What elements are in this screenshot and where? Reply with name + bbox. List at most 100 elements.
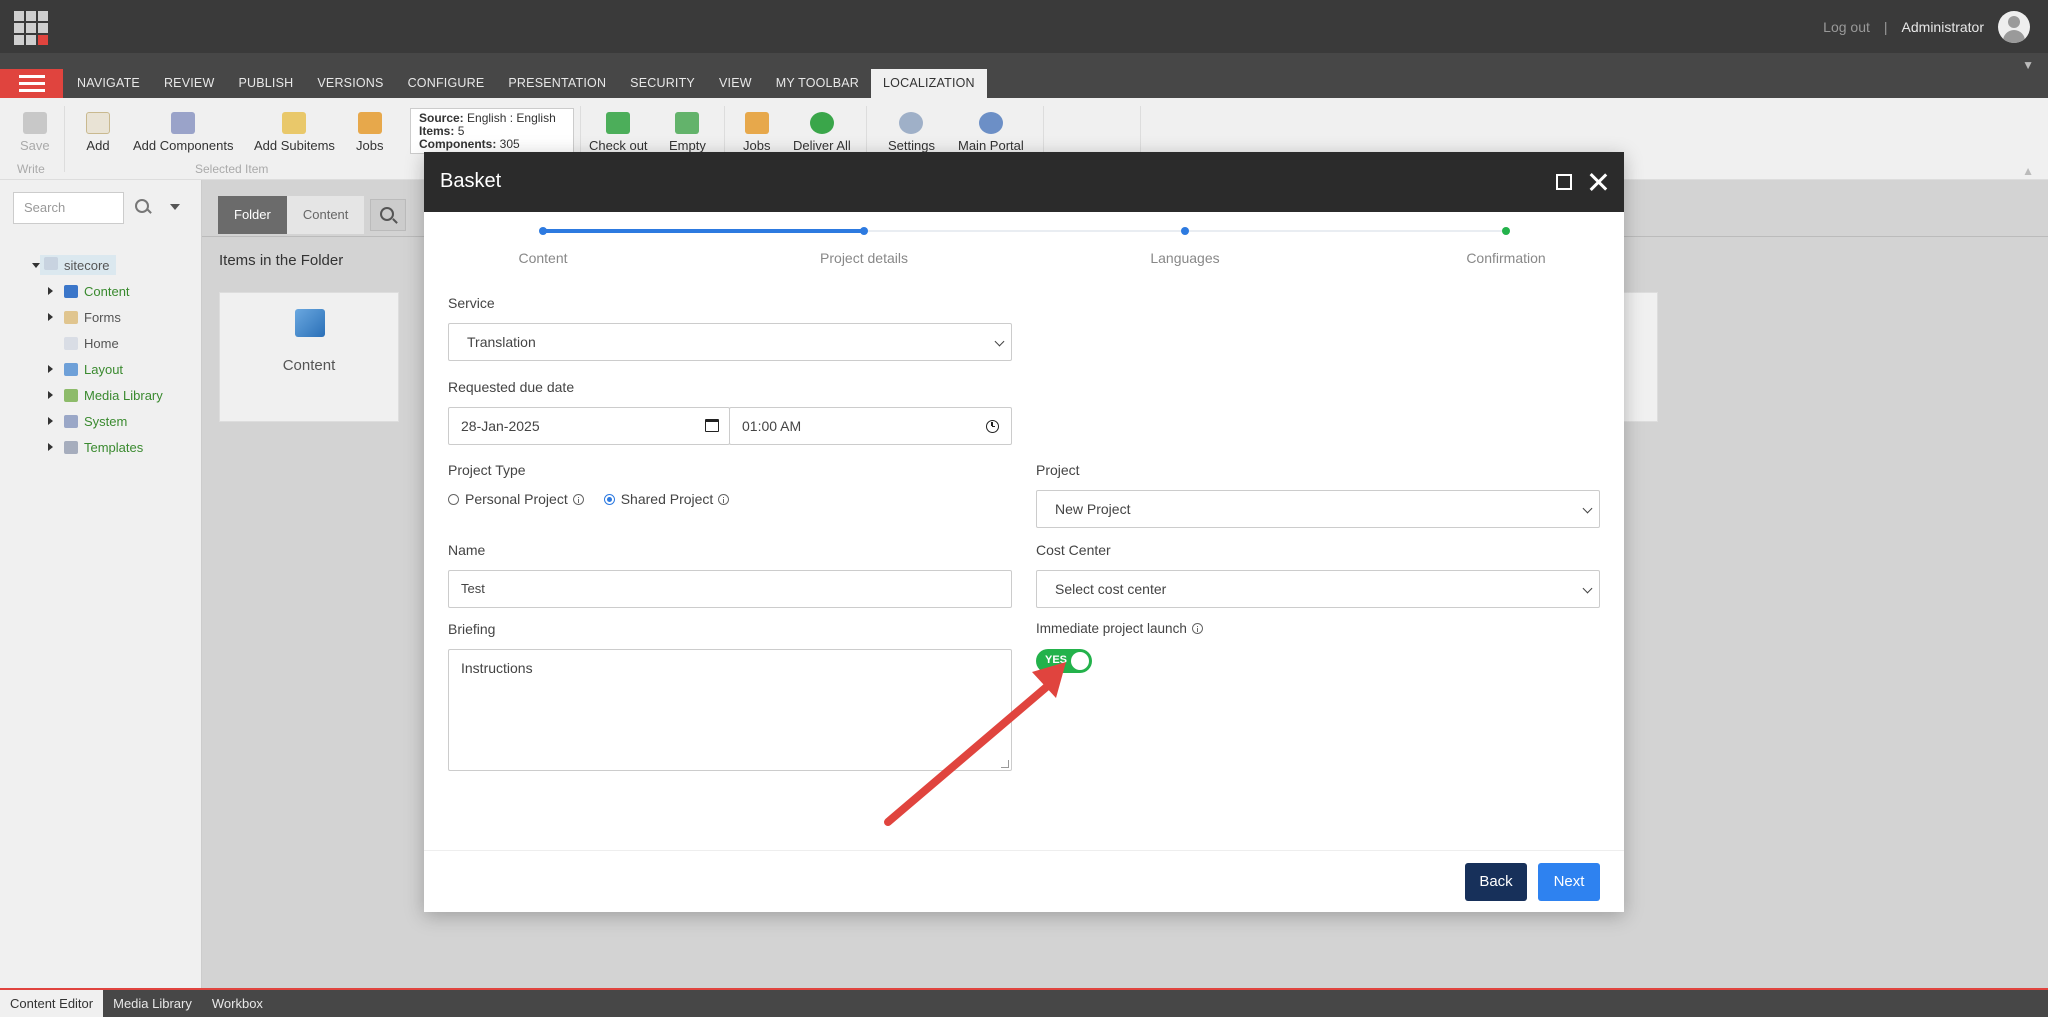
expand-triangle-icon[interactable] (48, 391, 53, 399)
wizard-stepper: Content Project details Languages Confir… (424, 212, 1624, 272)
service-select[interactable]: Translation (448, 323, 1012, 361)
content-cube-icon (64, 284, 78, 298)
next-button[interactable]: Next (1538, 863, 1600, 901)
search-icon[interactable] (370, 199, 407, 231)
tab-publish[interactable]: PUBLISH (226, 69, 305, 98)
tab-content[interactable]: Content (286, 196, 365, 234)
group-label-selected-item: Selected Item (195, 162, 269, 176)
user-name[interactable]: Administrator (1902, 19, 1984, 35)
tab-security[interactable]: SECURITY (618, 69, 707, 98)
tree-item-system[interactable]: System (26, 408, 163, 434)
expand-triangle-icon[interactable] (48, 417, 53, 425)
hamburger-menu-icon[interactable] (0, 69, 63, 98)
folder-item-content[interactable]: Content (219, 292, 399, 422)
settings-button[interactable]: Settings (888, 112, 935, 153)
save-button[interactable]: Save (20, 112, 50, 153)
expand-triangle-icon[interactable] (48, 287, 53, 295)
tab-configure[interactable]: CONFIGURE (396, 69, 497, 98)
clock-icon[interactable] (986, 420, 999, 433)
home-page-icon (64, 336, 78, 350)
step-dot-project-details (860, 227, 868, 235)
step-label-languages[interactable]: Languages (1085, 250, 1285, 266)
search-options-chevron-icon[interactable] (170, 204, 180, 210)
content-cube-icon (295, 309, 325, 337)
empty-button[interactable]: Empty (669, 112, 706, 153)
tree-item-content[interactable]: Content (26, 278, 163, 304)
tab-presentation[interactable]: PRESENTATION (496, 69, 618, 98)
tab-view[interactable]: VIEW (707, 69, 764, 98)
tab-versions[interactable]: VERSIONS (305, 69, 395, 98)
bottom-tab-content-editor[interactable]: Content Editor (0, 990, 104, 1017)
ribbon-collapse-down-icon[interactable]: ▼ (2022, 58, 2034, 72)
step-label-confirmation[interactable]: Confirmation (1406, 250, 1606, 266)
tab-localization[interactable]: LOCALIZATION (871, 69, 987, 98)
clipboard-icon (744, 112, 769, 134)
step-label-project-details[interactable]: Project details (764, 250, 964, 266)
due-date-input[interactable]: 28-Jan-2025 (448, 407, 730, 445)
logout-link[interactable]: Log out (1823, 19, 1870, 35)
add-subitems-button[interactable]: Add Subitems (254, 112, 335, 153)
project-type-label: Project Type (448, 462, 526, 478)
clipboard-icon (357, 112, 382, 134)
info-icon[interactable] (572, 493, 584, 505)
add-button[interactable]: Add (86, 112, 110, 153)
collapse-triangle-icon[interactable] (32, 262, 40, 268)
basket-check-icon (606, 112, 631, 134)
tree-search-input[interactable]: Search (13, 192, 124, 224)
search-icon[interactable] (134, 198, 152, 216)
check-out-button[interactable]: Check out (589, 112, 648, 153)
tree-item-media-library[interactable]: Media Library (26, 382, 163, 408)
tab-folder[interactable]: Folder (218, 196, 287, 234)
basket-empty-icon (675, 112, 700, 134)
radio-shared-project[interactable] (603, 493, 615, 505)
templates-icon (64, 440, 78, 454)
close-icon[interactable] (1588, 172, 1608, 192)
forms-icon (64, 310, 78, 324)
expand-triangle-icon[interactable] (48, 313, 53, 321)
folder-item-edge (1622, 292, 1658, 422)
calendar-icon[interactable] (705, 419, 719, 432)
bottom-tab-workbox[interactable]: Workbox (202, 990, 273, 1017)
due-time-input[interactable]: 01:00 AM (729, 407, 1012, 445)
jobs-button[interactable]: Jobs (356, 112, 383, 153)
main-portal-button[interactable]: Main Portal (958, 112, 1024, 153)
back-button[interactable]: Back (1465, 863, 1527, 901)
bottom-tab-media-library[interactable]: Media Library (103, 990, 202, 1017)
chevron-down-icon (1582, 503, 1593, 514)
info-icon[interactable] (1191, 623, 1203, 634)
cost-center-label: Cost Center (1036, 542, 1111, 558)
deliver-all-button[interactable]: Deliver All (793, 112, 851, 153)
tree-item-forms[interactable]: Forms (26, 304, 163, 330)
sitecore-icon (44, 257, 58, 270)
add-components-button[interactable]: Add Components (133, 112, 233, 153)
name-input[interactable]: Test (448, 570, 1012, 608)
tab-review[interactable]: REVIEW (152, 69, 227, 98)
ribbon-collapse-up-icon[interactable]: ▲ (2022, 164, 2034, 178)
expand-triangle-icon[interactable] (48, 365, 53, 373)
shared-project-label[interactable]: Shared Project (621, 491, 714, 507)
tree-item-root[interactable]: sitecore (26, 252, 163, 278)
editor-tabs: Folder Content (218, 196, 407, 234)
personal-project-label[interactable]: Personal Project (465, 491, 568, 507)
tree-item-layout[interactable]: Layout (26, 356, 163, 382)
system-icon (64, 414, 78, 428)
step-label-content[interactable]: Content (443, 250, 643, 266)
ribbon-divider (64, 106, 65, 172)
items-folder-title: Items in the Folder (219, 252, 344, 269)
jobs-button-2[interactable]: Jobs (743, 112, 770, 153)
tree-item-templates[interactable]: Templates (26, 434, 163, 460)
avatar-icon[interactable] (1998, 11, 2030, 43)
expand-triangle-icon[interactable] (48, 443, 53, 451)
apps-grid-icon[interactable] (14, 11, 48, 45)
tree-item-home[interactable]: Home (26, 330, 163, 356)
footer-divider (424, 850, 1624, 851)
tab-navigate[interactable]: NAVIGATE (65, 69, 152, 98)
info-icon[interactable] (718, 493, 730, 505)
tab-my-toolbar[interactable]: MY TOOLBAR (764, 69, 871, 98)
ribbon-tabs: NAVIGATE REVIEW PUBLISH VERSIONS CONFIGU… (65, 69, 987, 98)
cost-center-select[interactable]: Select cost center (1036, 570, 1600, 608)
name-label: Name (448, 542, 486, 558)
maximize-icon[interactable] (1556, 174, 1572, 190)
radio-personal-project[interactable] (448, 493, 459, 505)
project-select[interactable]: New Project (1036, 490, 1600, 528)
